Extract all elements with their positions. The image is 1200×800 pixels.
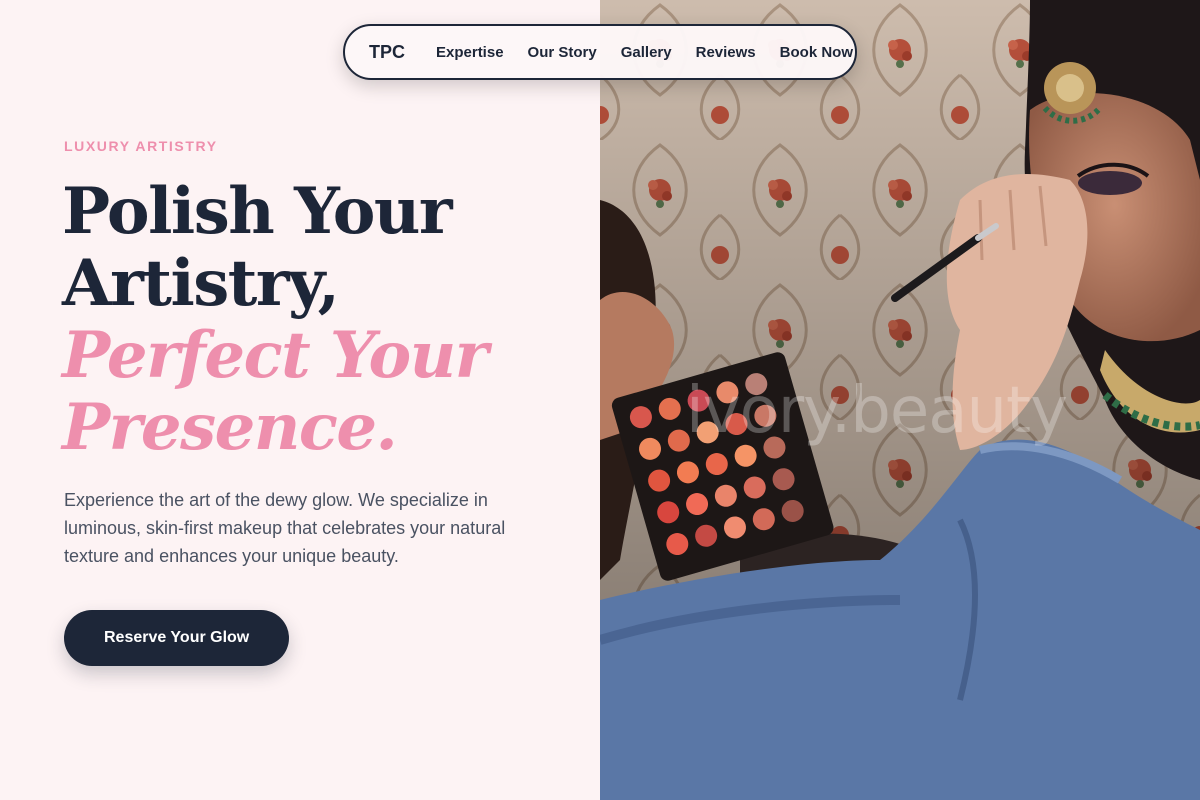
hero-eyebrow: LUXURY ARTISTRY: [64, 138, 218, 154]
hero-section: LUXURY ARTISTRY Polish Your Artistry, Pe…: [0, 0, 600, 800]
nav-links: Expertise Our Story Gallery Reviews Book…: [436, 44, 853, 61]
reserve-your-glow-button[interactable]: Reserve Your Glow: [64, 610, 290, 666]
nav-link-expertise[interactable]: Expertise: [436, 44, 504, 61]
headline-line-2: Artistry,: [62, 246, 340, 321]
hero-description: Experience the art of the dewy glow. We …: [64, 490, 506, 566]
hero-headline: Polish Your Artistry, Perfect Your Prese…: [62, 176, 582, 464]
headline-line-1: Polish Your: [62, 174, 453, 249]
image-watermark: ivory.beauty: [686, 374, 1068, 448]
nav-link-our-story[interactable]: Our Story: [528, 44, 597, 61]
brand-logo[interactable]: TPC: [369, 42, 405, 63]
hero-photo: ivory.beauty: [600, 0, 1200, 800]
top-nav-pill: TPC Expertise Our Story Gallery Reviews …: [343, 24, 857, 80]
headline-line-4: Presence.: [62, 390, 398, 465]
nav-link-gallery[interactable]: Gallery: [621, 44, 672, 61]
headline-line-3: Perfect Your: [62, 318, 488, 393]
nav-link-book-now[interactable]: Book Now: [780, 44, 853, 61]
nav-link-reviews[interactable]: Reviews: [696, 44, 756, 61]
